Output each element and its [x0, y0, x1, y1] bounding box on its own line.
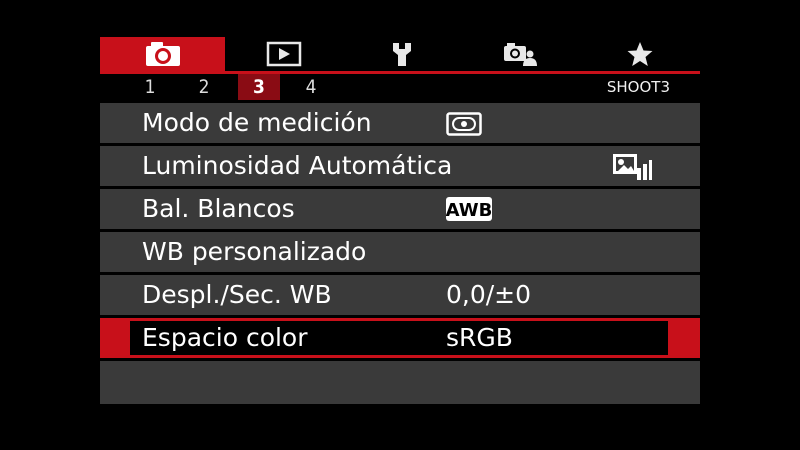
menu-item-label: Luminosidad Automática [142, 151, 453, 180]
page-3[interactable]: 3 [238, 74, 280, 100]
tab-playback[interactable] [225, 37, 343, 71]
awb-icon: AWB [446, 197, 492, 221]
page-1[interactable]: 1 [129, 74, 171, 100]
tab-shoot[interactable] [100, 37, 225, 71]
wrench-icon [390, 40, 414, 68]
menu-item-metering-mode[interactable]: Modo de medición [100, 103, 700, 143]
menu-empty-row [100, 361, 700, 404]
page-id-label: SHOOT3 [606, 78, 670, 96]
menu-item-white-balance[interactable]: Bal. Blancos AWB [100, 189, 700, 229]
svg-text:AWB: AWB [446, 200, 492, 221]
page-2[interactable]: 2 [183, 74, 225, 100]
menu-item-label: Modo de medición [142, 108, 372, 137]
star-icon [626, 40, 654, 68]
menu-item-color-space[interactable]: Espacio color sRGB [100, 318, 700, 358]
menu-item-value: 0,0/±0 [446, 280, 532, 309]
menu-tab-bar [100, 37, 700, 71]
menu-item-label: Bal. Blancos [142, 194, 295, 223]
menu-item-value: sRGB [446, 323, 513, 352]
camera-menu-screen: 1 2 3 4 SHOOT3 Modo de medición Luminosi… [100, 37, 700, 408]
menu-item-label: Despl./Sec. WB [142, 280, 332, 309]
camera-icon [144, 40, 182, 68]
tab-mymenu[interactable] [579, 37, 700, 71]
tab-setup[interactable] [343, 37, 461, 71]
page-selector: 1 2 3 4 SHOOT3 [100, 74, 700, 100]
auto-lighting-optimizer-icon [612, 153, 652, 180]
play-icon [266, 41, 302, 67]
menu-item-label: WB personalizado [142, 237, 367, 266]
menu-item-wb-shift-bracketing[interactable]: Despl./Sec. WB 0,0/±0 [100, 275, 700, 315]
menu-list: Modo de medición Luminosidad Automática [100, 103, 700, 407]
tab-custom[interactable] [461, 37, 579, 71]
menu-item-custom-wb[interactable]: WB personalizado [100, 232, 700, 272]
menu-item-label: Espacio color [142, 323, 308, 352]
custom-functions-icon [503, 41, 537, 67]
page-4[interactable]: 4 [290, 74, 332, 100]
menu-item-auto-lighting[interactable]: Luminosidad Automática [100, 146, 700, 186]
metering-evaluative-icon [446, 112, 482, 136]
